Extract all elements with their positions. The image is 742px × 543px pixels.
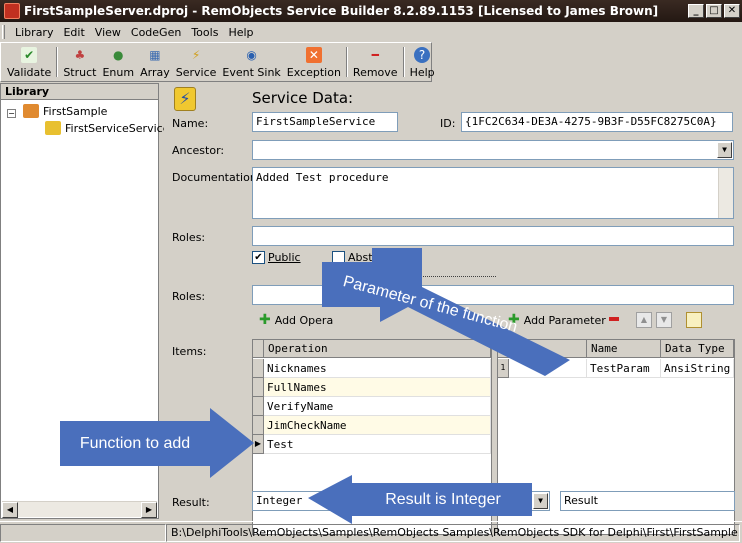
maximize-button[interactable]: □ [706,4,722,18]
status-bar: B:\DelphiTools\RemObjects\Samples\RemObj… [0,521,742,543]
add-operation-button[interactable]: ✚ Add Opera [259,309,333,331]
menu-grip [2,25,5,39]
tree-item-service[interactable]: FirstServiceService [45,121,169,135]
menu-library[interactable]: Library [10,26,58,39]
current-row-icon: ▶ [253,435,264,454]
exception-button[interactable]: ✕ Exception [284,43,344,81]
service-button[interactable]: ⚡ Service [173,43,220,81]
ancestor-label: Ancestor: [172,144,225,157]
struct-icon: ♣ [74,48,86,62]
result-name-field[interactable]: Result [560,491,735,511]
param-name-column-header[interactable]: Name [587,340,661,358]
exception-icon: ✕ [305,47,322,63]
remove-button[interactable]: ━ Remove [350,43,401,81]
param-row-cell[interactable] [509,359,587,378]
help-button[interactable]: ? Help [407,43,438,81]
move-down-icon[interactable]: ▼ [656,312,672,328]
abstract-checkbox[interactable]: Abstract [332,251,394,264]
toolbar: ✔ Validate ♣ Struct ● Enum ▦ Array ⚡ Service … [0,42,435,82]
plus-icon: ✚ [259,312,271,328]
move-up-icon[interactable]: ▲ [636,312,652,328]
window-title: FirstSampleServer.dproj - RemObjects Ser… [24,4,659,18]
param-row-index: 1 [498,359,509,378]
service-icon [45,121,61,135]
operation-roles-field[interactable] [252,285,734,305]
event-sink-button[interactable]: ◉ Event Sink [219,43,283,81]
toolbar-separator [402,47,405,77]
array-icon: ▦ [149,48,161,62]
remove-icon: ━ [371,48,379,62]
operation-row-test[interactable]: Test [264,435,491,454]
service-large-icon: ⚡ [174,87,196,111]
operation-roles-label: Roles: [172,290,206,303]
minimize-button[interactable]: _ [688,4,704,18]
menu-tools[interactable]: Tools [186,26,223,39]
public-checkbox[interactable]: ✔ Public [252,251,301,264]
operation-row-nicknames[interactable]: Nicknames [264,359,491,378]
library-book-icon [23,104,39,118]
toolbar-separator [345,47,348,77]
struct-button[interactable]: ♣ Struct [60,43,99,81]
status-cell-empty [0,523,166,542]
id-label: ID: [440,117,456,130]
roles-field[interactable] [252,226,734,246]
library-horizontal-scrollbar[interactable]: ◀ ▶ [2,501,157,518]
documentation-textarea[interactable]: Added Test procedure [252,167,734,219]
param-type-column-header[interactable]: Data Type [661,340,734,358]
documentation-label: Documentation: [172,171,261,184]
scroll-right-icon[interactable]: ▶ [141,502,157,518]
library-header: Library [1,84,158,100]
menu-view[interactable]: View [90,26,126,39]
service-icon: ⚡ [191,48,201,62]
validate-icon: ✔ [21,47,38,63]
ancestor-combo[interactable]: ▼ [252,140,734,160]
enum-button[interactable]: ● Enum [99,43,137,81]
paste-icon[interactable] [686,312,702,328]
roles-label: Roles: [172,231,206,244]
menu-edit[interactable]: Edit [58,26,89,39]
param-name-cell[interactable]: TestParam [587,359,661,378]
check-icon: ✔ [252,251,265,264]
event-sink-icon: ◉ [246,48,257,62]
tree-collapse-toggle[interactable]: − [7,109,16,118]
remove-parameter-icon[interactable] [609,317,619,321]
operation-column-header[interactable]: Operation [264,340,491,358]
menu-help[interactable]: Help [223,26,258,39]
close-button[interactable]: ✕ [724,4,740,18]
toolbar-separator [56,47,59,77]
function-callout: Function to add [79,435,191,452]
items-label: Items: [172,345,207,358]
operation-row-fullnames[interactable]: FullNames [264,378,491,397]
chevron-down-icon[interactable]: ▼ [717,142,732,158]
result-label: Result: [172,496,210,509]
param-type-cell[interactable]: AnsiString [661,359,734,378]
app-icon [4,3,20,19]
service-name-field[interactable]: FirstSampleService [252,112,398,132]
doc-vertical-scrollbar[interactable] [718,168,733,218]
operation-row-verifyname[interactable]: VerifyName [264,397,491,416]
title-bar: FirstSampleServer.dproj - RemObjects Ser… [0,0,742,22]
status-path: B:\DelphiTools\RemObjects\Samples\RemObj… [166,523,740,542]
scroll-left-icon[interactable]: ◀ [2,502,18,518]
result-callout: Result is Integer [385,490,501,508]
service-id-field[interactable]: {1FC2C634-DE3A-4275-9B3F-D55FC8275C0A} [461,112,733,132]
chevron-down-icon[interactable]: ▼ [533,493,548,509]
name-label: Name: [172,117,209,130]
tree-item-firstsample[interactable]: FirstSample [23,104,107,118]
menu-bar: Library Edit View CodeGen Tools Help [0,22,742,42]
validate-button[interactable]: ✔ Validate [4,43,54,81]
checkbox-box [332,251,345,264]
help-icon: ? [414,47,431,63]
operation-row-jimcheckname[interactable]: JimCheckName [264,416,491,435]
enum-icon: ● [113,48,124,62]
service-heading: Service Data: [252,89,354,107]
menu-codegen[interactable]: CodeGen [126,26,186,39]
array-button[interactable]: ▦ Array [137,43,173,81]
splitter-grip[interactable] [412,276,496,277]
